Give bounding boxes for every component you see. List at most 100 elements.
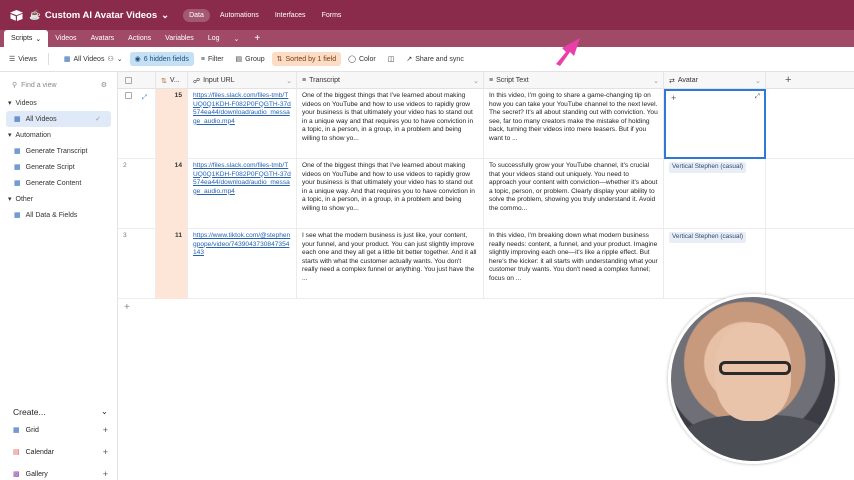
views-button[interactable]: ☰ Views — [4, 52, 42, 66]
add-field-icon[interactable]: + — [785, 74, 791, 86]
long-text-icon: ≡ — [302, 77, 307, 84]
chevron-down-icon: ⌄ — [35, 35, 42, 43]
share-label: Share and sync — [415, 55, 464, 63]
sidebar-item-all-videos[interactable]: ▦ All Videos ✓ — [6, 111, 111, 127]
select-all-checkbox[interactable] — [118, 72, 156, 89]
create-item-label: Gallery — [25, 470, 48, 478]
expand-row-icon[interactable]: ⤢ — [142, 94, 147, 101]
filter-button[interactable]: ≡ Filter — [196, 53, 229, 66]
nav-data[interactable]: Data — [183, 8, 210, 22]
row-checkbox[interactable] — [125, 92, 132, 99]
row-number-cell[interactable]: 3 — [118, 229, 156, 299]
chevron-down-icon: ⌄ — [100, 406, 108, 416]
group-button[interactable]: ▤ Group — [231, 52, 270, 66]
more-tables-chevron-icon[interactable]: ⌄ — [227, 30, 247, 47]
row-number-cell[interactable]: 2 — [118, 159, 156, 229]
avatar-chip[interactable]: Vertical Stephen (casual) — [669, 162, 747, 173]
create-gallery-view[interactable]: ▩ Gallery + — [0, 465, 118, 480]
nav-forms[interactable]: Forms — [316, 9, 348, 22]
grid-view-icon: ▦ — [14, 212, 21, 219]
section-other[interactable]: ▾ Other — [0, 191, 117, 207]
tab-log[interactable]: Log — [201, 30, 227, 47]
v-cell[interactable]: 14 — [156, 159, 188, 229]
views-label: Views — [18, 55, 37, 63]
webcam-shirt — [681, 415, 831, 461]
transcript-cell[interactable]: I see what the modern business is just l… — [297, 229, 484, 299]
add-row-icon[interactable]: + — [124, 302, 130, 313]
add-table-icon[interactable]: + — [246, 33, 268, 44]
tab-actions[interactable]: Actions — [121, 30, 158, 47]
filter-icon: ≡ — [200, 55, 205, 63]
view-toolbar: ☰ Views ▦ All Videos ⚇ ⌄ ◉ 6 hidden fiel… — [0, 47, 854, 72]
column-header-transcript[interactable]: ≡ Transcript ⌄ — [297, 72, 484, 89]
column-header-script-text[interactable]: ≡ Script Text ⌄ — [484, 72, 664, 89]
url-link[interactable]: https://www.tiktok.com/@stephengpope/vid… — [193, 232, 290, 256]
find-view-search[interactable]: ⚲ Find a view ⚙ — [0, 72, 117, 95]
expand-cell-icon[interactable]: ⤢ — [755, 93, 760, 102]
sidebar-item-generate-script[interactable]: ▦ Generate Script — [0, 159, 117, 175]
tab-variables[interactable]: Variables — [158, 30, 201, 47]
checkmark-icon: ✓ — [95, 116, 101, 123]
url-cell[interactable]: https://www.tiktok.com/@stephengpope/vid… — [188, 229, 297, 299]
url-link[interactable]: https://files.slack.com/files-tmb/TUQ0Q1… — [193, 92, 291, 125]
avatar-chip[interactable]: Vertical Stephen (casual) — [669, 232, 747, 243]
base-name[interactable]: ☕ Custom AI Avatar Videos ⌄ — [29, 10, 169, 21]
create-grid-view[interactable]: ▦ Grid + — [0, 421, 118, 439]
chevron-down-icon: ⌄ — [755, 77, 761, 85]
table-row[interactable]: ⤢ 15 https://files.slack.com/files-tmb/T… — [118, 89, 854, 159]
hide-fields-button[interactable]: ◉ 6 hidden fields — [129, 52, 194, 66]
sidebar-item-all-data-fields[interactable]: ▦ All Data & Fields — [0, 207, 117, 223]
chevron-down-icon: ⌄ — [473, 77, 479, 85]
column-header-input-url[interactable]: ☍ Input URL ⌄ — [188, 72, 297, 89]
v-cell[interactable]: 15 — [156, 89, 188, 159]
v-cell[interactable]: 11 — [156, 229, 188, 299]
view-switcher[interactable]: ▦ All Videos ⚇ ⌄ — [59, 52, 128, 66]
avatar-cell[interactable]: Vertical Stephen (casual) — [664, 229, 766, 299]
script-text-cell[interactable]: In this video, I'm going to share a game… — [484, 89, 664, 159]
script-text-cell[interactable]: In this video, I'm breaking down what mo… — [484, 229, 664, 299]
presenter-webcam — [668, 294, 838, 464]
tab-avatars[interactable]: Avatars — [84, 30, 122, 47]
script-text-cell[interactable]: To successfully grow your YouTube channe… — [484, 159, 664, 229]
table-row[interactable]: 2 14 https://files.slack.com/files-tmb/T… — [118, 159, 854, 229]
avatar-cell[interactable]: + ⤢ — [664, 89, 766, 159]
sort-button[interactable]: ⇅ Sorted by 1 field — [271, 52, 342, 66]
color-button[interactable]: ◯ Color — [343, 52, 381, 66]
column-label: Transcript — [309, 77, 340, 84]
sidebar-item-generate-content[interactable]: ▦ Generate Content — [0, 175, 117, 191]
column-header-v[interactable]: ⇅ V... — [156, 72, 188, 89]
base-emoji-icon: ☕ — [29, 9, 41, 21]
sidebar-item-label: All Data & Fields — [25, 211, 78, 219]
url-link[interactable]: https://files.slack.com/files-tmb/TUQ0Q1… — [193, 162, 291, 195]
section-automation[interactable]: ▾ Automation — [0, 127, 117, 143]
sidebar-item-generate-transcript[interactable]: ▦ Generate Transcript — [0, 143, 117, 159]
section-videos[interactable]: ▾ Videos — [0, 95, 117, 111]
gear-icon[interactable]: ⚙ — [101, 81, 107, 89]
column-header-avatar[interactable]: ⇄ Avatar ⌄ — [664, 72, 766, 89]
tab-videos[interactable]: Videos — [48, 30, 83, 47]
avatar-cell[interactable]: Vertical Stephen (casual) — [664, 159, 766, 229]
eye-slash-icon: ◉ — [134, 56, 141, 63]
nav-automations[interactable]: Automations — [214, 9, 265, 22]
nav-interfaces[interactable]: Interfaces — [269, 9, 312, 22]
create-calendar-view[interactable]: ▤ Calendar + — [0, 443, 118, 461]
transcript-cell[interactable]: One of the biggest things that I've lear… — [297, 159, 484, 229]
airtable-logo-icon[interactable] — [9, 9, 23, 21]
row-number-cell[interactable]: ⤢ — [118, 89, 156, 159]
url-cell[interactable]: https://files.slack.com/files-tmb/TUQ0Q1… — [188, 159, 297, 229]
transcript-cell[interactable]: One of the biggest things that I've lear… — [297, 89, 484, 159]
create-header[interactable]: Create... ⌄ — [0, 406, 118, 417]
create-item-label: Calendar — [25, 448, 55, 456]
table-row[interactable]: 3 11 https://www.tiktok.com/@stephengpop… — [118, 229, 854, 299]
find-view-placeholder: Find a view — [21, 81, 57, 89]
grid-view-icon: ▦ — [14, 116, 21, 123]
add-linked-record-icon[interactable]: + — [671, 93, 676, 103]
tab-scripts[interactable]: Scripts ⌄ — [4, 30, 49, 47]
chevron-down-icon: ⌄ — [286, 77, 292, 85]
sidebar-item-label: Generate Script — [25, 163, 75, 171]
url-cell[interactable]: https://files.slack.com/files-tmb/TUQ0Q1… — [188, 89, 297, 159]
color-label: Color — [358, 55, 376, 63]
row-height-button[interactable]: ◫ — [383, 52, 400, 66]
sort-label: Sorted by 1 field — [285, 55, 337, 63]
share-sync-button[interactable]: ↗ Share and sync — [401, 52, 469, 66]
